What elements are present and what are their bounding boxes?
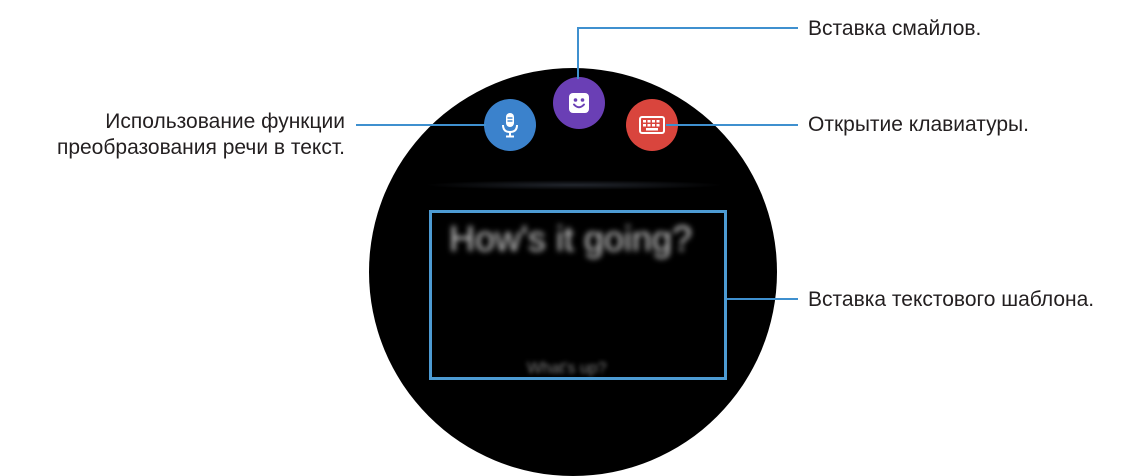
template-highlight-box: [429, 210, 727, 380]
voice-leader-line: [356, 124, 486, 126]
keyboard-leader-line: [666, 124, 798, 126]
template-callout-label: Вставка текстового шаблона.: [808, 288, 1095, 311]
voice-callout-line2: преобразования речи в текст.: [56, 136, 345, 159]
microphone-icon: [498, 111, 522, 139]
emoji-leader-line: [577, 27, 579, 79]
emoji-button[interactable]: [553, 77, 605, 129]
emoji-leader-line: [577, 27, 798, 29]
smiley-icon: [567, 91, 591, 115]
keyboard-callout-label: Открытие клавиатуры.: [808, 113, 1029, 136]
divider: [424, 180, 724, 190]
voice-input-button[interactable]: [484, 99, 536, 151]
voice-callout-label: Использование функции преобразования реч…: [57, 109, 345, 161]
voice-callout-line1: Использование функции: [105, 110, 345, 133]
emoji-callout-label: Вставка смайлов.: [808, 17, 982, 40]
keyboard-icon: [639, 116, 665, 134]
template-leader-line: [727, 298, 798, 300]
